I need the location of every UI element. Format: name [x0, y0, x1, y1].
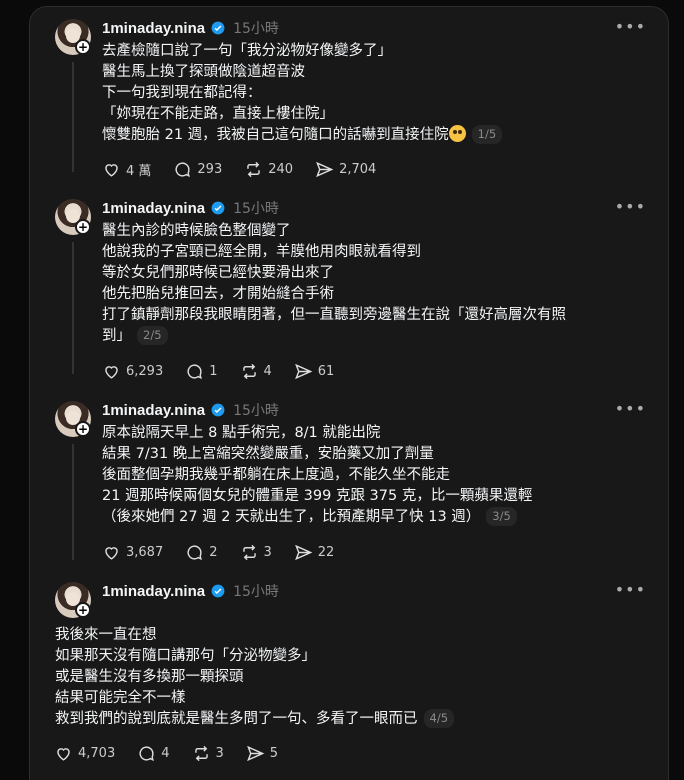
page-indicator: 3/5 — [486, 507, 517, 526]
repost-icon — [247, 161, 260, 178]
like-button[interactable]: 4 萬 — [102, 160, 151, 179]
repost-button[interactable]: 3 — [192, 744, 224, 763]
follow-plus-icon[interactable]: + — [75, 602, 91, 618]
post-text: 去產檢隨口說了一句「我分泌物好像變多了」 醫生馬上換了探頭做陰道超音波 下一句我到現… — [102, 41, 650, 146]
flushed-face-icon — [448, 125, 466, 142]
comment-button[interactable]: 2 — [185, 543, 218, 562]
post-time: 15小時 — [233, 21, 279, 37]
page-indicator: 1/5 — [471, 125, 503, 144]
post-time: 15小時 — [233, 403, 279, 419]
avatar[interactable]: + — [55, 582, 91, 618]
send-icon — [294, 544, 313, 561]
share-button[interactable]: 5 — [246, 744, 278, 763]
share-button[interactable]: 2,704 — [315, 160, 376, 179]
page-indicator: 4/5 — [423, 709, 455, 728]
heart-icon — [57, 748, 70, 761]
username[interactable]: 1minaday.nina — [102, 200, 205, 217]
username[interactable]: 1minaday.nina — [102, 583, 205, 600]
heart-icon — [105, 366, 118, 379]
verified-badge-icon — [211, 201, 225, 215]
more-options-icon[interactable]: ••• — [615, 197, 646, 216]
repost-icon — [242, 544, 256, 561]
verified-badge-icon — [211, 21, 225, 35]
thread-line — [72, 444, 74, 560]
avatar[interactable]: + — [55, 199, 91, 235]
like-button[interactable]: 3,687 — [102, 543, 163, 562]
like-button[interactable]: 6,293 — [102, 362, 163, 381]
more-options-icon[interactable]: ••• — [615, 580, 646, 599]
post-text: 原本說隔天早上 8 點手術完，8/1 就能出院 結果 7/31 晚上宮縮突然變嚴重… — [102, 425, 533, 526]
comment-icon — [187, 364, 203, 380]
share-button[interactable]: 22 — [294, 543, 334, 562]
post-text: 醫生內診的時候臉色整個變了 他說我的子宮頸已經全開，羊膜他用肉眼就看得到 等於女兒們… — [102, 223, 566, 345]
send-icon — [294, 363, 313, 380]
comment-icon — [187, 545, 203, 561]
heart-icon — [105, 547, 118, 560]
heart-icon — [105, 164, 118, 177]
send-icon — [316, 161, 334, 178]
avatar[interactable]: + — [55, 19, 91, 55]
comment-button[interactable]: 4 — [137, 744, 170, 763]
comment-button[interactable]: 1 — [185, 362, 218, 381]
send-icon — [246, 745, 265, 762]
thread-line — [72, 62, 74, 172]
like-button[interactable]: 4,703 — [54, 744, 115, 763]
page-indicator: 2/5 — [137, 326, 168, 345]
username[interactable]: 1minaday.nina — [102, 402, 205, 419]
comment-icon — [175, 162, 191, 178]
more-options-icon[interactable]: ••• — [615, 399, 646, 418]
post-time: 15小時 — [233, 584, 279, 600]
post-text: 我後來一直在想 如果那天沒有隨口講那句「分泌物變多」 或是醫生沒有多換那一顆探頭 結果… — [55, 625, 650, 730]
follow-plus-icon[interactable]: + — [75, 421, 91, 437]
comment-button[interactable]: 293 — [173, 160, 222, 179]
follow-plus-icon[interactable]: + — [75, 219, 91, 235]
comment-icon — [139, 746, 155, 762]
more-options-icon[interactable]: ••• — [615, 17, 646, 36]
repost-icon — [194, 745, 208, 762]
share-button[interactable]: 61 — [294, 362, 334, 381]
repost-button[interactable]: 3 — [240, 543, 272, 562]
follow-plus-icon[interactable]: + — [75, 39, 91, 55]
repost-button[interactable]: 240 — [244, 160, 293, 179]
username[interactable]: 1minaday.nina — [102, 20, 205, 37]
avatar[interactable]: + — [55, 401, 91, 437]
repost-button[interactable]: 4 — [240, 362, 272, 381]
post-time: 15小時 — [233, 201, 279, 217]
verified-badge-icon — [211, 403, 225, 417]
thread-card: + 1minaday.nina 15小時 ••• 去產檢隨口說了一句「我分泌物好… — [29, 6, 669, 780]
verified-badge-icon — [211, 584, 225, 598]
thread-line — [72, 242, 74, 374]
repost-icon — [242, 363, 256, 380]
